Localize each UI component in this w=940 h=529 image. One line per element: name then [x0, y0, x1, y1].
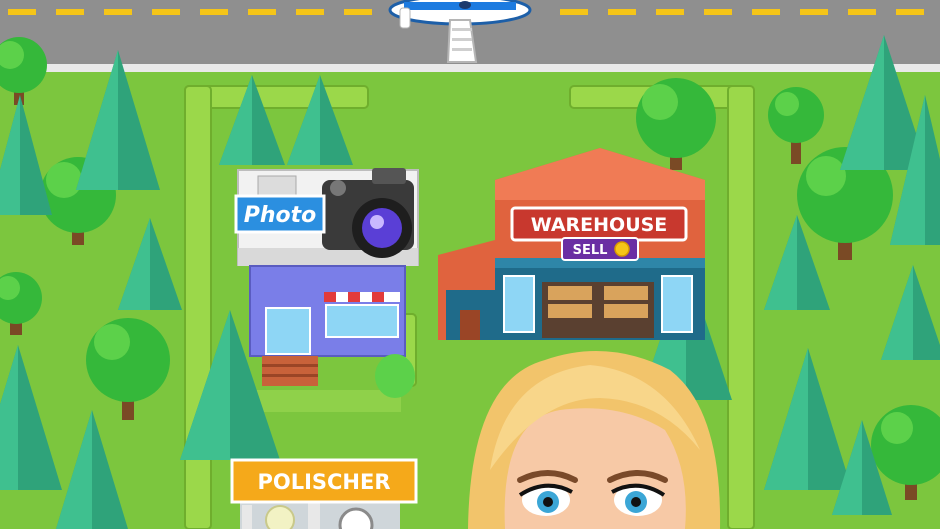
polischer-sign-label: POLISCHER: [257, 470, 390, 494]
sell-label: SELL: [573, 243, 608, 258]
game-map: Photo WAREHOUSE SELL POLISCHER: [0, 0, 940, 529]
camera-icon: [322, 168, 414, 258]
warehouse-sign-label: WAREHOUSE: [531, 214, 668, 236]
photo-sign-label: Photo: [244, 203, 317, 228]
shrub: [375, 354, 415, 398]
photo-sign: Photo: [234, 194, 326, 234]
map-canvas: Photo WAREHOUSE SELL POLISCHER: [0, 0, 940, 529]
warehouse-sign: WAREHOUSE: [510, 206, 688, 242]
polischer-sign: POLISCHER: [230, 458, 418, 504]
coin-icon: [614, 241, 630, 257]
polischer-building[interactable]: [240, 500, 400, 529]
sell-badge[interactable]: SELL: [561, 237, 639, 261]
